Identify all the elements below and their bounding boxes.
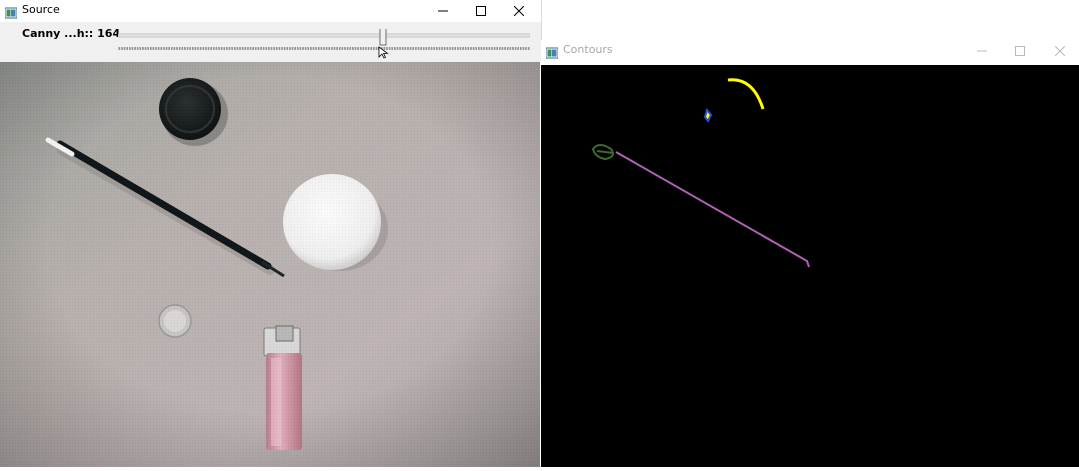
contours-canvas	[541, 65, 1079, 467]
close-button[interactable]	[500, 0, 538, 22]
contour-blue	[703, 107, 713, 123]
contours-titlebar[interactable]: Contours	[541, 40, 1079, 62]
slider-track[interactable]	[118, 33, 530, 38]
contours-window-title: Contours	[563, 43, 613, 56]
slider-thumb[interactable]	[379, 29, 387, 46]
maximize-icon	[1015, 46, 1025, 56]
maximize-icon	[476, 6, 486, 16]
contours-window: Contours	[541, 40, 1079, 467]
trackbar-label: Canny ...h:: 164	[22, 27, 121, 40]
trackbar-panel: Canny ...h:: 164	[0, 22, 541, 62]
minimize-button[interactable]	[424, 0, 462, 22]
contour-green	[591, 144, 614, 161]
minimize-button[interactable]	[963, 40, 1001, 62]
close-button[interactable]	[1041, 40, 1079, 62]
maximize-button[interactable]	[1001, 40, 1039, 62]
opencv-window-icon	[545, 44, 559, 59]
close-icon	[514, 6, 524, 16]
minimize-icon	[438, 10, 448, 12]
source-titlebar[interactable]: Source	[0, 0, 541, 22]
contour-yellow	[727, 78, 765, 110]
opencv-window-icon	[4, 4, 18, 19]
source-image	[0, 62, 540, 467]
close-icon	[1055, 46, 1065, 56]
source-window: Source Canny ...h:: 164	[0, 0, 542, 467]
minimize-icon	[977, 50, 987, 52]
source-window-title: Source	[22, 3, 60, 16]
slider-ticks	[118, 47, 530, 50]
contour-purple	[615, 151, 810, 268]
maximize-button[interactable]	[462, 0, 500, 22]
